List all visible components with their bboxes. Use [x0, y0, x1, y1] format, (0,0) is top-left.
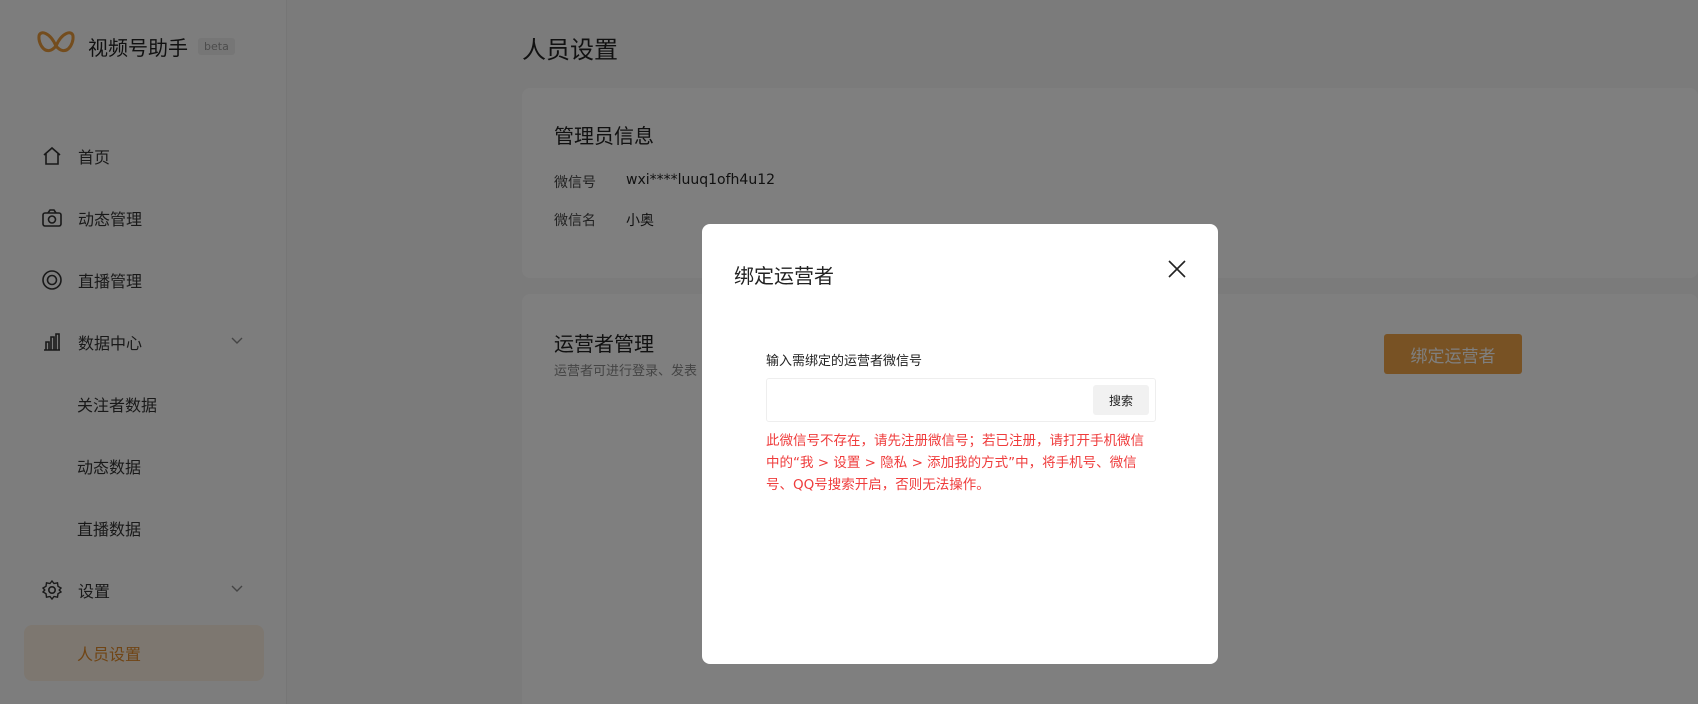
operator-wechat-field-label: 输入需绑定的运营者微信号 [766, 354, 923, 369]
error-message: 此微信号不存在，请先注册微信号；若已注册，请打开手机微信中的“我 > 设置 > … [766, 433, 1144, 493]
operator-wechat-input[interactable] [777, 387, 1077, 415]
operator-search-box: 搜索 [766, 378, 1156, 422]
bind-operator-modal: 绑定运营者 输入需绑定的运营者微信号 搜索 此微信号不存在，请先注册微信号；若已… [702, 224, 1218, 664]
close-icon[interactable] [1166, 258, 1188, 280]
search-button[interactable]: 搜索 [1093, 385, 1149, 415]
modal-title: 绑定运营者 [734, 264, 834, 288]
